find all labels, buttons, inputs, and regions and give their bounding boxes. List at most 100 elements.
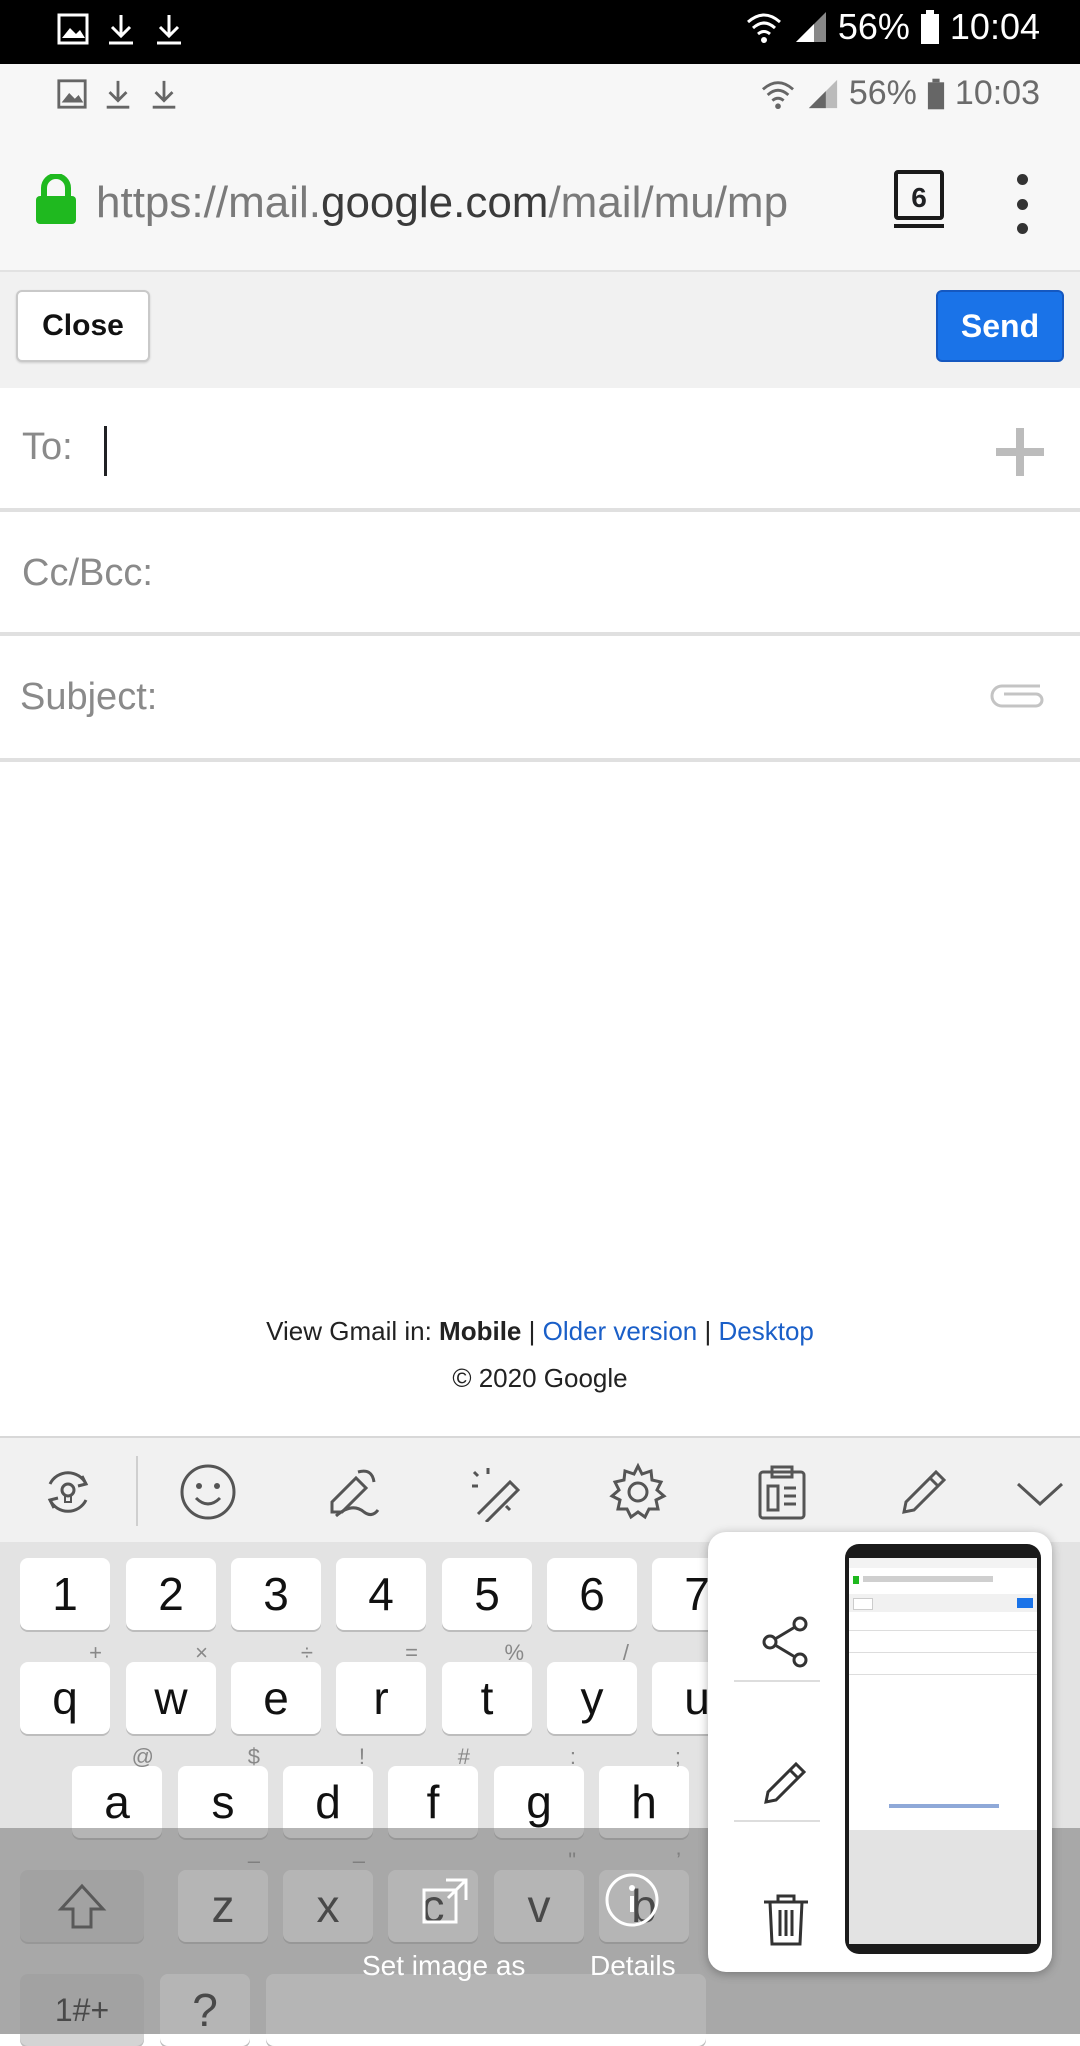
download-icon [152,80,176,109]
battery-icon [920,10,939,44]
magic-pen-icon[interactable] [466,1462,526,1522]
url-host: google.com [320,178,549,227]
key-e-alt: ÷ [300,1640,313,1665]
key-d-alt: ! [358,1744,365,1769]
separator: | [704,1316,712,1346]
key-d-label: d [315,1776,341,1828]
key-f-alt: # [457,1744,470,1769]
details-icon[interactable] [604,1872,660,1928]
key-r-label: r [373,1672,389,1724]
thumbnail-screen [849,1558,1037,1944]
key-s-label: s [211,1776,235,1828]
key-g-label: g [526,1776,552,1828]
wifi-icon [761,80,794,109]
set-image-as-label[interactable]: Set image as [362,1950,525,1982]
key-u-label: u [684,1672,710,1724]
edit-icon [764,1761,807,1804]
url-field[interactable]: https://mail.google.com/mail/mu/mp [96,178,866,228]
edit-button[interactable] [736,1732,836,1832]
key-f-label: f [426,1776,440,1828]
send-button[interactable]: Send [936,290,1064,362]
paperclip-icon[interactable] [986,678,1050,710]
mobile-label: Mobile [439,1316,522,1346]
status-bar-inner: 56% 10:03 [0,64,1080,130]
separator: | [528,1316,536,1346]
screenshot-popup [708,1532,1052,1972]
download-icon [157,15,181,45]
view-gmail-in: View Gmail in: Mobile | Older version | … [0,1316,1080,1347]
signal-icon [808,79,837,108]
chevron-down-icon[interactable] [1010,1462,1070,1522]
battery-icon [927,78,945,109]
key-t-alt: % [504,1640,524,1665]
image-icon [57,79,87,109]
url-path: /mail/mu/mp [548,178,789,227]
browser-toolbar: https://mail.google.com/mail/mu/mp 6 [0,130,1080,272]
signal-icon [795,12,826,42]
key-6[interactable]: 6 [547,1558,637,1630]
key-y-label: y [580,1672,604,1724]
clipboard-icon[interactable] [752,1462,812,1522]
key-g-alt: : [569,1744,576,1769]
key-w-label: w [154,1672,188,1724]
key-t[interactable]: t% [442,1642,532,1734]
key-r[interactable]: r = [336,1642,426,1734]
key-4[interactable]: 4 [336,1558,426,1630]
older-version-link[interactable]: Older version [543,1316,698,1346]
cc-bcc-label: Cc/Bcc: [22,552,153,594]
share-icon [762,1616,808,1668]
key-3[interactable]: 3 [231,1558,321,1630]
desktop-link[interactable]: Desktop [718,1316,813,1346]
details-label[interactable]: Details [590,1950,676,1982]
to-field[interactable]: To: [0,388,1080,512]
plus-icon[interactable] [996,428,1044,476]
key-q[interactable]: q + [20,1642,110,1734]
emoji-icon[interactable] [178,1462,238,1522]
key-h-label: h [631,1776,657,1828]
toolbar-divider [136,1456,138,1526]
key-w[interactable]: w × [126,1642,216,1734]
battery-percent: 56% [837,6,910,47]
key-a-alt: @ [131,1744,154,1769]
image-icon [57,13,89,45]
key-h-alt: ; [674,1744,681,1769]
set-image-icon[interactable] [418,1872,474,1928]
key-y-alt: / [622,1640,629,1665]
subject-label: Subject: [20,676,158,718]
clock: 10:03 [954,74,1040,112]
url-prefix: https://mail. [96,178,321,227]
to-label: To: [22,426,73,468]
key-a-label: a [104,1776,130,1828]
key-2[interactable]: 2 [126,1558,216,1630]
key-e-label: e [263,1672,289,1724]
key-5[interactable]: 5 [442,1558,532,1630]
key-q-label: q [52,1672,78,1724]
delete-icon [764,1894,808,1946]
clock: 10:04 [949,6,1040,47]
pen-icon[interactable] [894,1462,954,1522]
key-1[interactable]: 1 [20,1558,110,1630]
settings-icon[interactable] [608,1462,668,1522]
handwriting-icon[interactable] [322,1462,382,1522]
key-y[interactable]: y / [547,1642,637,1734]
subject-field[interactable]: Subject: [0,636,1080,762]
tabs-icon[interactable]: 6 [894,170,944,228]
download-icon [109,15,133,45]
cc-bcc-field[interactable]: Cc/Bcc: [0,512,1080,636]
close-button[interactable]: Close [16,290,150,362]
translate-icon[interactable] [38,1462,98,1522]
lock-icon [36,174,76,224]
keyboard-toolbar [0,1436,1080,1544]
key-w-alt: × [195,1640,208,1665]
key-e[interactable]: e ÷ [231,1642,321,1734]
more-vert-icon[interactable] [1012,174,1032,234]
share-button[interactable] [736,1592,836,1692]
status-bar: 56% 10:04 [0,0,1080,64]
text-cursor [104,426,107,476]
delete-button[interactable] [736,1870,836,1970]
key-r-alt: = [405,1640,418,1665]
key-t-label: t [480,1672,494,1724]
screenshot-thumbnail[interactable] [845,1544,1041,1954]
view-in-label: View Gmail in: [266,1316,432,1346]
compose-header: Close Send [0,272,1080,388]
